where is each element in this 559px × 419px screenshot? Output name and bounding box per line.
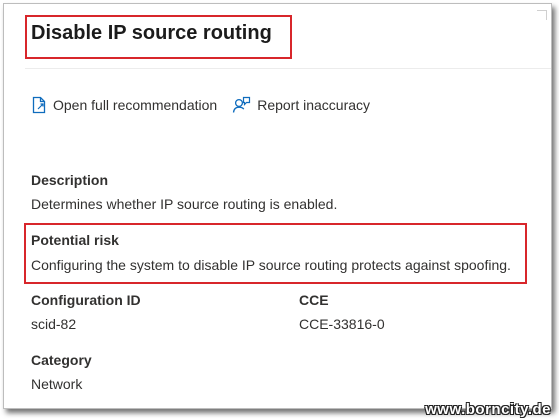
potential-risk-label: Potential risk: [31, 232, 119, 248]
open-full-recommendation-link[interactable]: Open full recommendation: [31, 96, 217, 114]
description-value: Determines whether IP source routing is …: [31, 196, 338, 212]
watermark: www.borncity.de: [425, 401, 551, 418]
action-bar: Open full recommendation Report inaccura…: [31, 96, 370, 114]
category-value: Network: [31, 376, 83, 392]
panel-corner-mark: [537, 10, 547, 20]
report-inaccuracy-label: Report inaccuracy: [257, 97, 371, 113]
divider: [25, 68, 551, 69]
report-inaccuracy-link[interactable]: Report inaccuracy: [232, 96, 370, 114]
open-full-recommendation-label: Open full recommendation: [53, 97, 218, 113]
category-label: Category: [31, 352, 92, 368]
recommendation-panel: Disable IP source routing Open full reco…: [3, 3, 552, 409]
configuration-id-value: scid-82: [31, 316, 77, 332]
configuration-id-label: Configuration ID: [31, 292, 141, 308]
cce-value: CCE-33816-0: [299, 316, 385, 332]
person-feedback-icon: [233, 96, 251, 113]
panel-title: Disable IP source routing: [31, 22, 272, 44]
document-icon: [32, 96, 46, 114]
description-label: Description: [31, 172, 109, 188]
potential-risk-value: Configuring the system to disable IP sou…: [31, 257, 511, 273]
cce-label: CCE: [299, 292, 329, 308]
